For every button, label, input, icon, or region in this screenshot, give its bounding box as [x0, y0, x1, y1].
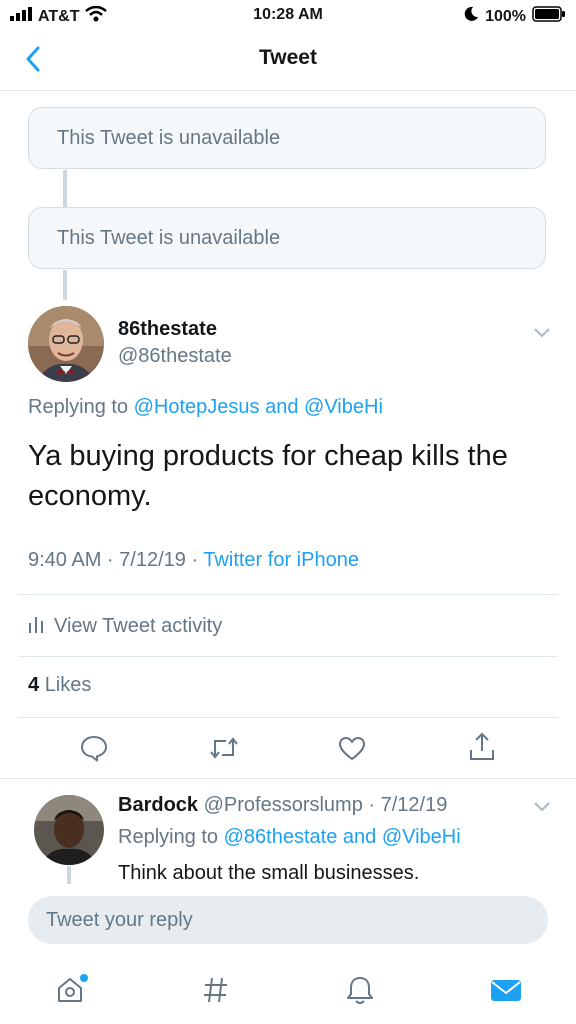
reply-author-handle[interactable]: @Professorslump · 7/12/19	[204, 794, 448, 816]
battery-icon	[532, 6, 566, 27]
replying-to: Replying to @HotepJesus and @VibeHi	[28, 396, 383, 419]
retweet-button[interactable]	[206, 732, 242, 764]
likes-label: Likes	[44, 674, 92, 696]
tweet-text: Ya buying products for cheap kills the e…	[28, 436, 548, 516]
avatar[interactable]	[28, 306, 104, 382]
tab-explore[interactable]	[196, 970, 236, 1010]
reply-button[interactable]	[78, 732, 110, 764]
reply-input[interactable]: Tweet your reply	[28, 896, 548, 944]
composer-bar: Tweet your reply	[0, 884, 576, 960]
tweet-author-handle[interactable]: @86thestate	[118, 345, 232, 368]
status-bar: AT&T 10:28 AM 100%	[0, 0, 576, 30]
chevron-down-icon	[534, 328, 550, 338]
bell-icon	[347, 977, 373, 1004]
replying-to-prefix: Replying to	[28, 396, 129, 418]
reply-avatar[interactable]	[34, 795, 104, 865]
view-activity-button[interactable]: View Tweet activity	[28, 612, 222, 640]
divider	[0, 778, 576, 779]
tweet-menu-button[interactable]	[530, 322, 554, 342]
tab-notifications[interactable]	[340, 970, 380, 1010]
reply-replying-to: Replying to @86thestate and @VibeHi	[118, 826, 461, 849]
heart-icon	[339, 737, 365, 760]
divider	[18, 717, 558, 718]
mail-icon	[491, 980, 521, 1001]
chevron-down-icon	[534, 802, 550, 812]
hashtag-icon	[204, 977, 227, 1003]
unavailable-tweet-2[interactable]: This Tweet is unavailable	[28, 207, 546, 269]
replying-to-prefix: Replying to	[118, 826, 219, 848]
replying-to-users[interactable]: @86thestate and @VibeHi	[224, 826, 461, 848]
tab-home[interactable]	[50, 970, 90, 1010]
share-icon	[470, 732, 494, 760]
tweet-source[interactable]: Twitter for iPhone	[203, 549, 359, 571]
likes-number: 4	[28, 674, 40, 696]
reply-menu-button[interactable]	[530, 796, 554, 816]
reply-text: Think about the small businesses.	[118, 862, 420, 884]
page-title: Tweet	[259, 46, 317, 69]
share-button[interactable]	[466, 730, 498, 764]
nav-bar: Tweet	[0, 30, 576, 91]
tab-bar	[0, 960, 576, 1024]
moon-icon	[463, 6, 479, 27]
thread-line	[63, 270, 67, 300]
battery-percent: 100%	[485, 7, 526, 25]
thread-line	[63, 170, 67, 207]
tweet-timestamp: 9:40 AM · 7/12/19 ·	[28, 549, 199, 571]
activity-icon	[28, 615, 44, 638]
unavailable-tweet-1[interactable]: This Tweet is unavailable	[28, 107, 546, 169]
retweet-icon	[210, 737, 238, 759]
tweet-meta: 9:40 AM · 7/12/19 · Twitter for iPhone	[28, 549, 359, 572]
tab-messages[interactable]	[486, 970, 526, 1010]
replying-to-users[interactable]: @HotepJesus and @VibeHi	[134, 396, 383, 418]
reply-author-name[interactable]: Bardock	[118, 794, 198, 816]
likes-count[interactable]: 4 Likes	[28, 674, 91, 697]
tweet-text-line: economy.	[28, 480, 152, 512]
tweet-author-name[interactable]: 86thestate	[118, 318, 217, 341]
divider	[18, 656, 558, 657]
tweet-text-line: Ya buying products for cheap kills the	[28, 440, 508, 472]
home-icon	[58, 974, 88, 1002]
reply-header: Bardock @Professorslump · 7/12/19	[118, 794, 447, 817]
thread-line	[67, 866, 71, 886]
like-button[interactable]	[336, 732, 368, 764]
comment-icon	[81, 736, 107, 762]
divider	[18, 594, 558, 595]
view-activity-label: View Tweet activity	[54, 614, 223, 637]
